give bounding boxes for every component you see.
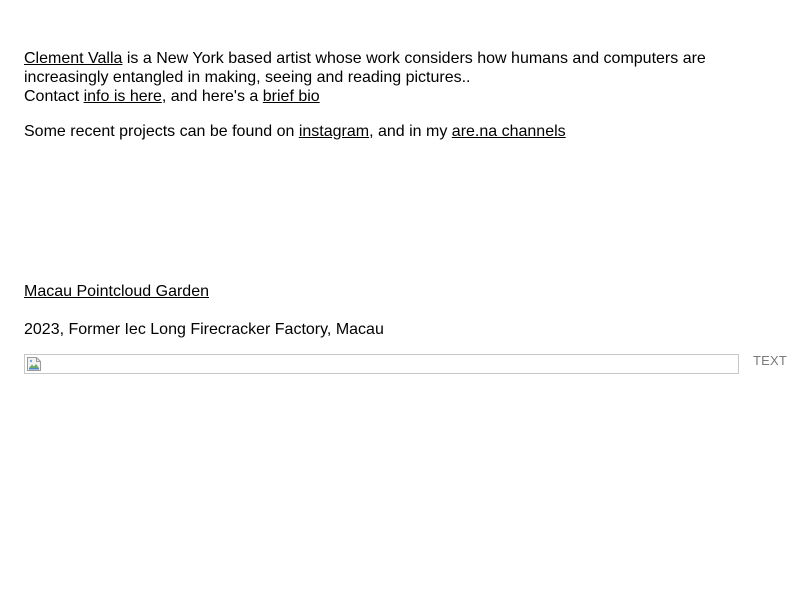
intro-text: is a New York based artist whose work co… xyxy=(24,50,706,86)
contact-info-link[interactable]: info is here xyxy=(84,88,162,105)
contact-middle-text: , and here's a xyxy=(161,88,263,105)
contact-prefix: Contact xyxy=(24,88,84,105)
project-title: Macau Pointcloud Garden xyxy=(24,282,209,301)
recent-middle: , and in my xyxy=(369,123,452,140)
artist-name-link[interactable]: Clement Valla xyxy=(24,50,122,67)
broken-image-icon xyxy=(27,357,41,371)
recent-projects-paragraph: Some recent projects can be found on ins… xyxy=(24,122,744,141)
recent-prefix: Some recent projects can be found on xyxy=(24,123,299,140)
instagram-link[interactable]: instagram xyxy=(299,123,369,140)
project-image[interactable] xyxy=(24,354,739,374)
brief-bio-link[interactable]: brief bio xyxy=(263,88,320,105)
intro-paragraph: Clement Valla is a New York based artist… xyxy=(24,49,744,106)
project-meta: 2023, Former Iec Long Firecracker Factor… xyxy=(24,321,384,338)
project-title-link[interactable]: Macau Pointcloud Garden xyxy=(24,283,209,300)
text-label: TEXT xyxy=(753,353,788,368)
arena-channels-link[interactable]: are.na channels xyxy=(452,123,566,140)
